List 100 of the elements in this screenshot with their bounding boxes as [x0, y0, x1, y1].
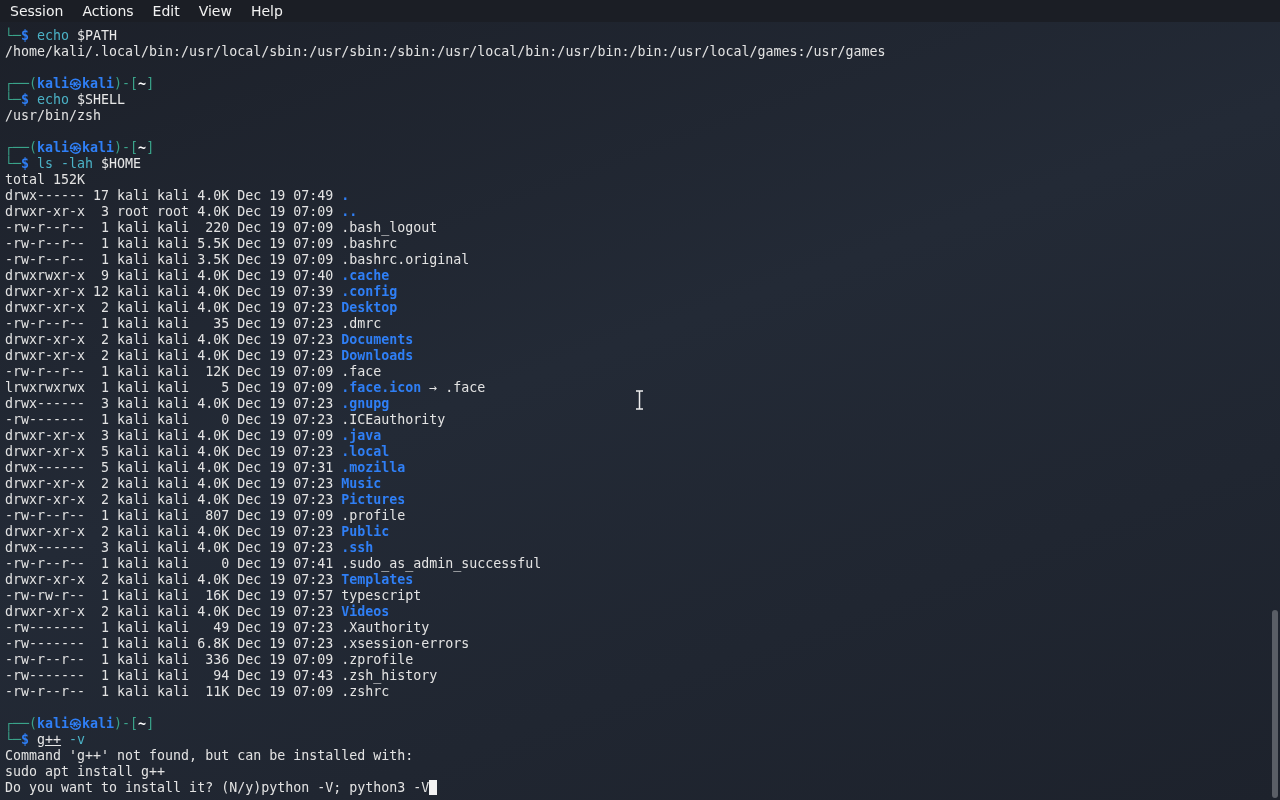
file-metadata: drwx------ 3 kali kali 4.0K Dec 19 07:23: [5, 540, 335, 555]
terminal-output: sudo apt install g++: [5, 764, 166, 779]
file-metadata: drwxr-xr-x 2 kali kali 4.0K Dec 19 07:23: [5, 332, 335, 347]
command-text: ls -lah: [36, 156, 94, 171]
file-name: .sudo_as_admin_successful: [341, 556, 542, 571]
file-metadata: drwxr-xr-x 2 kali kali 4.0K Dec 19 07:23: [5, 572, 335, 587]
command-name: g++: [37, 732, 62, 747]
terminal-output: /home/kali/.local/bin:/usr/local/sbin:/usr/sbin:/sbin:/usr/local/bin:/usr/bin:/bin:/usr/local/games:/usr/games: [5, 44, 886, 59]
file-name: .bash_logout: [341, 220, 438, 235]
file-metadata: drwxrwxr-x 9 kali kali 4.0K Dec 19 07:40: [5, 268, 335, 283]
directory-name: .ssh: [341, 540, 374, 555]
file-name: typescript: [341, 588, 422, 603]
file-name: .bashrc.original: [341, 252, 470, 267]
file-name: .Xauthority: [341, 620, 430, 635]
file-metadata: drwxr-xr-x 2 kali kali 4.0K Dec 19 07:23: [5, 348, 335, 363]
prompt-frame: ┌──(: [5, 140, 38, 155]
scrollbar-thumb[interactable]: [1272, 610, 1278, 798]
prompt-frame: )-[: [114, 716, 139, 731]
directory-name: ..: [341, 204, 358, 219]
menu-item[interactable]: View: [198, 1, 232, 21]
file-metadata: -rw-r--r-- 1 kali kali 11K Dec 19 07:09: [5, 684, 335, 699]
directory-name: .mozilla: [341, 460, 406, 475]
prompt-frame: ]: [146, 716, 155, 731]
directory-name: .cache: [341, 268, 390, 283]
file-name: .face: [341, 364, 382, 379]
file-metadata: drwxr-xr-x 12 kali kali 4.0K Dec 19 07:39: [5, 284, 335, 299]
file-name: .xsession-errors: [341, 636, 470, 651]
file-metadata: -rw-r--r-- 1 kali kali 220 Dec 19 07:09: [5, 220, 335, 235]
directory-name: Templates: [341, 572, 414, 587]
user-host: kali㉿kali: [37, 140, 115, 155]
current-directory: ~: [138, 716, 147, 731]
prompt-sign: $: [21, 156, 30, 171]
directory-name: Downloads: [341, 348, 414, 363]
file-metadata: drwxr-xr-x 2 kali kali 4.0K Dec 19 07:23: [5, 604, 335, 619]
terminal-output: /usr/bin/zsh: [5, 108, 102, 123]
file-metadata: -rw------- 1 kali kali 94 Dec 19 07:43: [5, 668, 335, 683]
prompt-sign: $: [21, 732, 31, 747]
file-name: .dmrc: [341, 316, 382, 331]
file-name: → .face: [428, 380, 486, 395]
file-metadata: -rw-r--r-- 1 kali kali 0 Dec 19 07:41: [5, 556, 335, 571]
directory-name: Public: [341, 524, 390, 539]
file-name: .zshrc: [341, 684, 390, 699]
file-metadata: -rw-r--r-- 1 kali kali 3.5K Dec 19 07:09: [5, 252, 335, 267]
prompt-frame: ┌──(: [5, 716, 38, 731]
prompt-frame: ┌──(: [5, 76, 38, 91]
directory-name: .local: [341, 444, 390, 459]
file-metadata: drwx------ 17 kali kali 4.0K Dec 19 07:49: [5, 188, 335, 203]
directory-name: .gnupg: [341, 396, 390, 411]
prompt-frame: )-[: [114, 140, 139, 155]
directory-name: .face.icon: [341, 380, 422, 395]
file-name: .profile: [341, 508, 406, 523]
file-metadata: -rw------- 1 kali kali 49 Dec 19 07:23: [5, 620, 335, 635]
file-metadata: drwx------ 5 kali kali 4.0K Dec 19 07:31: [5, 460, 335, 475]
file-name: .zsh_history: [341, 668, 438, 683]
menu-item[interactable]: Actions: [82, 1, 134, 21]
file-metadata: -rw-rw-r-- 1 kali kali 16K Dec 19 07:57: [5, 588, 335, 603]
text-cursor-icon: [635, 390, 644, 410]
file-metadata: -rw------- 1 kali kali 6.8K Dec 19 07:23: [5, 636, 335, 651]
file-metadata: drwx------ 3 kali kali 4.0K Dec 19 07:23: [5, 396, 335, 411]
file-metadata: -rw-r--r-- 1 kali kali 336 Dec 19 07:09: [5, 652, 335, 667]
prompt-frame: ]: [146, 140, 155, 155]
directory-name: Music: [341, 476, 382, 491]
command-text: -v: [68, 732, 86, 747]
terminal-output: Do you want to install it? (N/y)python -V; python3 -V: [5, 780, 430, 795]
menu-item[interactable]: Edit: [152, 1, 180, 21]
directory-name: Pictures: [341, 492, 406, 507]
file-metadata: -rw-r--r-- 1 kali kali 35 Dec 19 07:23: [5, 316, 335, 331]
directory-name: Videos: [341, 604, 390, 619]
user-host: kali㉿kali: [37, 76, 115, 91]
command-text: echo: [36, 28, 70, 43]
directory-name: Documents: [341, 332, 414, 347]
argument-text: $HOME: [100, 156, 142, 171]
file-metadata: drwxr-xr-x 3 kali kali 4.0K Dec 19 07:09: [5, 428, 335, 443]
prompt-frame: └─: [5, 156, 21, 171]
terminal-output: Command 'g++' not found, but can be installed with:: [5, 748, 414, 763]
file-metadata: drwxr-xr-x 3 root root 4.0K Dec 19 07:09: [5, 204, 335, 219]
prompt-frame: └─: [5, 92, 21, 107]
file-metadata: drwxr-xr-x 2 kali kali 4.0K Dec 19 07:23: [5, 300, 335, 315]
current-directory: ~: [138, 140, 147, 155]
directory-name: Desktop: [341, 300, 398, 315]
menu-item[interactable]: Help: [250, 1, 283, 21]
prompt-frame: └─: [5, 28, 21, 43]
file-name: .zprofile: [341, 652, 414, 667]
menu-item[interactable]: Session: [10, 1, 64, 21]
file-metadata: drwxr-xr-x 2 kali kali 4.0K Dec 19 07:23: [5, 476, 335, 491]
prompt-frame: └─: [5, 732, 21, 747]
file-metadata: drwxr-xr-x 2 kali kali 4.0K Dec 19 07:23: [5, 492, 335, 507]
file-metadata: -rw-r--r-- 1 kali kali 5.5K Dec 19 07:09: [5, 236, 335, 251]
file-metadata: drwxr-xr-x 2 kali kali 4.0K Dec 19 07:23: [5, 524, 335, 539]
directory-name: .: [341, 188, 350, 203]
prompt-frame: ]: [146, 76, 155, 91]
file-metadata: -rw------- 1 kali kali 0 Dec 19 07:23: [5, 412, 335, 427]
directory-name: .java: [341, 428, 382, 443]
directory-name: .config: [341, 284, 398, 299]
terminal-output: total 152K: [5, 172, 86, 187]
argument-text: $PATH: [76, 28, 118, 43]
prompt-sign: $: [21, 28, 30, 43]
file-metadata: lrwxrwxrwx 1 kali kali 5 Dec 19 07:09: [5, 380, 335, 395]
file-name: .bashrc: [341, 236, 398, 251]
prompt-sign: $: [21, 92, 30, 107]
